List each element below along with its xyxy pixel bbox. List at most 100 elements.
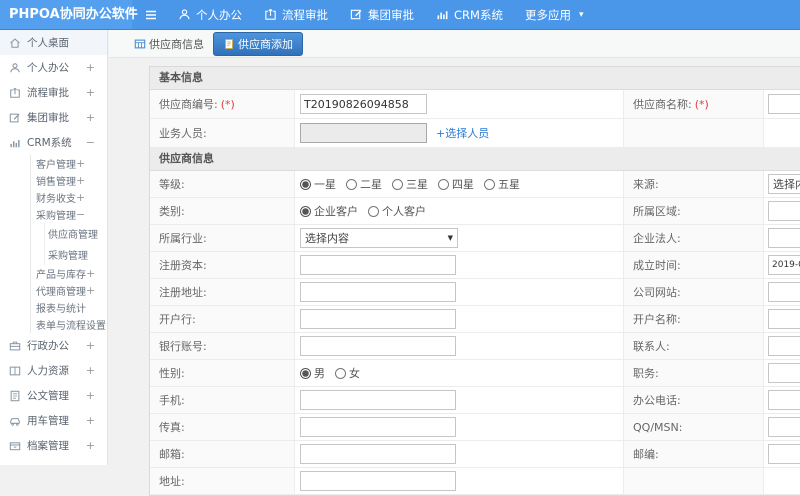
sidebar-item[interactable]: 代理商管理 +: [0, 282, 107, 299]
sidebar-item[interactable]: 采购管理: [0, 244, 107, 265]
supplier-name-input[interactable]: [768, 94, 800, 114]
radio-option[interactable]: 女: [335, 365, 360, 381]
form-row: 邮箱: 邮编:: [150, 441, 800, 468]
contact-input[interactable]: [768, 336, 800, 356]
expand-toggle[interactable]: +: [86, 389, 95, 402]
expand-toggle[interactable]: +: [76, 191, 85, 204]
expand-toggle[interactable]: −: [86, 136, 95, 149]
fax-input[interactable]: [300, 417, 456, 437]
topbar-menu-item[interactable]: 个人办公: [178, 7, 242, 23]
sidebar-item[interactable]: 用车管理 +: [0, 408, 107, 433]
sidebar-item-label: 供应商管理: [48, 230, 98, 241]
expand-toggle[interactable]: +: [86, 339, 95, 352]
field-label: 所属区域:: [624, 198, 764, 224]
email-input[interactable]: [300, 444, 456, 464]
sidebar-item[interactable]: 集团审批 +: [0, 105, 107, 130]
radio-option[interactable]: 男: [300, 365, 325, 381]
legal-person-input[interactable]: [768, 228, 800, 248]
radio-button[interactable]: [300, 205, 311, 217]
radio-option[interactable]: 三星: [392, 176, 428, 192]
field-label: 手机:: [150, 387, 295, 413]
sidebar-item[interactable]: 采购管理 −: [0, 206, 107, 223]
expand-toggle[interactable]: +: [86, 414, 95, 427]
radio-button[interactable]: [335, 367, 346, 379]
radio-option[interactable]: 四星: [438, 176, 474, 192]
sidebar-item[interactable]: 流程审批 +: [0, 80, 107, 105]
sidebar-item[interactable]: 财务收支 +: [0, 189, 107, 206]
position-input[interactable]: [768, 363, 800, 383]
field-label-text: 职务:: [633, 367, 659, 380]
radio-option[interactable]: 企业客户: [300, 203, 358, 219]
tab-supplier-add[interactable]: 供应商添加: [213, 31, 303, 56]
topbar-menu-item[interactable]: CRM系统: [436, 7, 503, 23]
region-input[interactable]: [768, 201, 800, 221]
sidebar-item-label: 采购管理: [48, 251, 88, 262]
radio-option[interactable]: 个人客户: [368, 203, 426, 219]
account-name-input[interactable]: [768, 309, 800, 329]
field-label-text: 办公电话:: [633, 394, 681, 407]
field-label: 办公电话:: [624, 387, 764, 413]
expand-toggle[interactable]: +: [86, 267, 95, 280]
website-input[interactable]: [768, 282, 800, 302]
supplier-code-input[interactable]: [300, 94, 427, 114]
tab-supplier-info[interactable]: 供应商信息: [134, 36, 204, 52]
sidebar-item[interactable]: 行政办公 +: [0, 333, 107, 358]
sidebar-item[interactable]: 档案管理 +: [0, 433, 107, 458]
sidebar-item[interactable]: 报表与统计: [0, 299, 107, 316]
address-input[interactable]: [300, 471, 456, 491]
bank-account-input[interactable]: [300, 336, 456, 356]
expand-toggle[interactable]: +: [86, 86, 95, 99]
section-title: 供应商信息: [150, 148, 800, 171]
sidebar-item[interactable]: 客户管理 +: [0, 155, 107, 172]
bank-branch-input[interactable]: [300, 309, 456, 329]
radio-option[interactable]: 五星: [484, 176, 520, 192]
sidebar-item[interactable]: 人力资源 +: [0, 358, 107, 383]
radio-option[interactable]: 一星: [300, 176, 336, 192]
topbar-menu-item[interactable]: 流程审批: [264, 7, 328, 23]
sidebar-item[interactable]: 个人办公 +: [0, 55, 107, 80]
sidebar-item[interactable]: 供应商管理: [0, 223, 107, 244]
sidebar-item[interactable]: CRM系统 −: [0, 130, 107, 155]
edit-icon: [350, 8, 363, 21]
radio-button[interactable]: [392, 178, 403, 190]
expand-toggle[interactable]: +: [86, 439, 95, 452]
postcode-input[interactable]: [768, 444, 800, 464]
radio-option[interactable]: 二星: [346, 176, 382, 192]
radio-button[interactable]: [346, 178, 357, 190]
expand-toggle[interactable]: +: [76, 157, 85, 170]
radio-button[interactable]: [484, 178, 495, 190]
sidebar-item[interactable]: 个人桌面: [0, 30, 107, 55]
office-phone-input[interactable]: [768, 390, 800, 410]
expand-toggle[interactable]: +: [76, 174, 85, 187]
hamburger-icon[interactable]: [144, 8, 158, 22]
topbar-menu-item[interactable]: 更多应用 ▾: [525, 7, 584, 23]
expand-toggle[interactable]: +: [86, 61, 95, 74]
expand-toggle[interactable]: +: [86, 284, 95, 297]
registered-capital-input[interactable]: [300, 255, 456, 275]
expand-toggle[interactable]: −: [76, 208, 85, 221]
expand-toggle[interactable]: +: [86, 111, 95, 124]
industry-select[interactable]: 选择内容 ▼: [300, 228, 458, 248]
registered-address-input[interactable]: [300, 282, 456, 302]
expand-toggle[interactable]: +: [86, 364, 95, 377]
radio-button[interactable]: [300, 178, 311, 190]
form-row: 性别: 男女职务:: [150, 360, 800, 387]
source-select[interactable]: 选择内容▼: [768, 174, 800, 194]
sidebar-item[interactable]: 销售管理 +: [0, 172, 107, 189]
field-label: 供应商编号: (*): [150, 90, 295, 118]
radio-button[interactable]: [368, 205, 379, 217]
mobile-input[interactable]: [300, 390, 456, 410]
radio-button[interactable]: [438, 178, 449, 190]
expand-toggle[interactable]: +: [106, 318, 107, 331]
select-person-link[interactable]: +选择人员: [436, 125, 489, 141]
sidebar-item[interactable]: 产品与库存 +: [0, 265, 107, 282]
topbar-menu-item[interactable]: 集团审批: [350, 7, 414, 23]
field-cell: [764, 279, 800, 305]
radio-button[interactable]: [300, 367, 311, 379]
sidebar-item[interactable]: 表单与流程设置+: [0, 316, 107, 333]
qq-msn-input[interactable]: [768, 417, 800, 437]
main-content: 供应商信息供应商添加 基本信息供应商编号:(*)供应商名称:(*)业务人员:+选…: [109, 30, 800, 496]
field-cell: [295, 90, 624, 118]
founding-date-input[interactable]: [768, 255, 800, 275]
sidebar-item[interactable]: 公文管理 +: [0, 383, 107, 408]
